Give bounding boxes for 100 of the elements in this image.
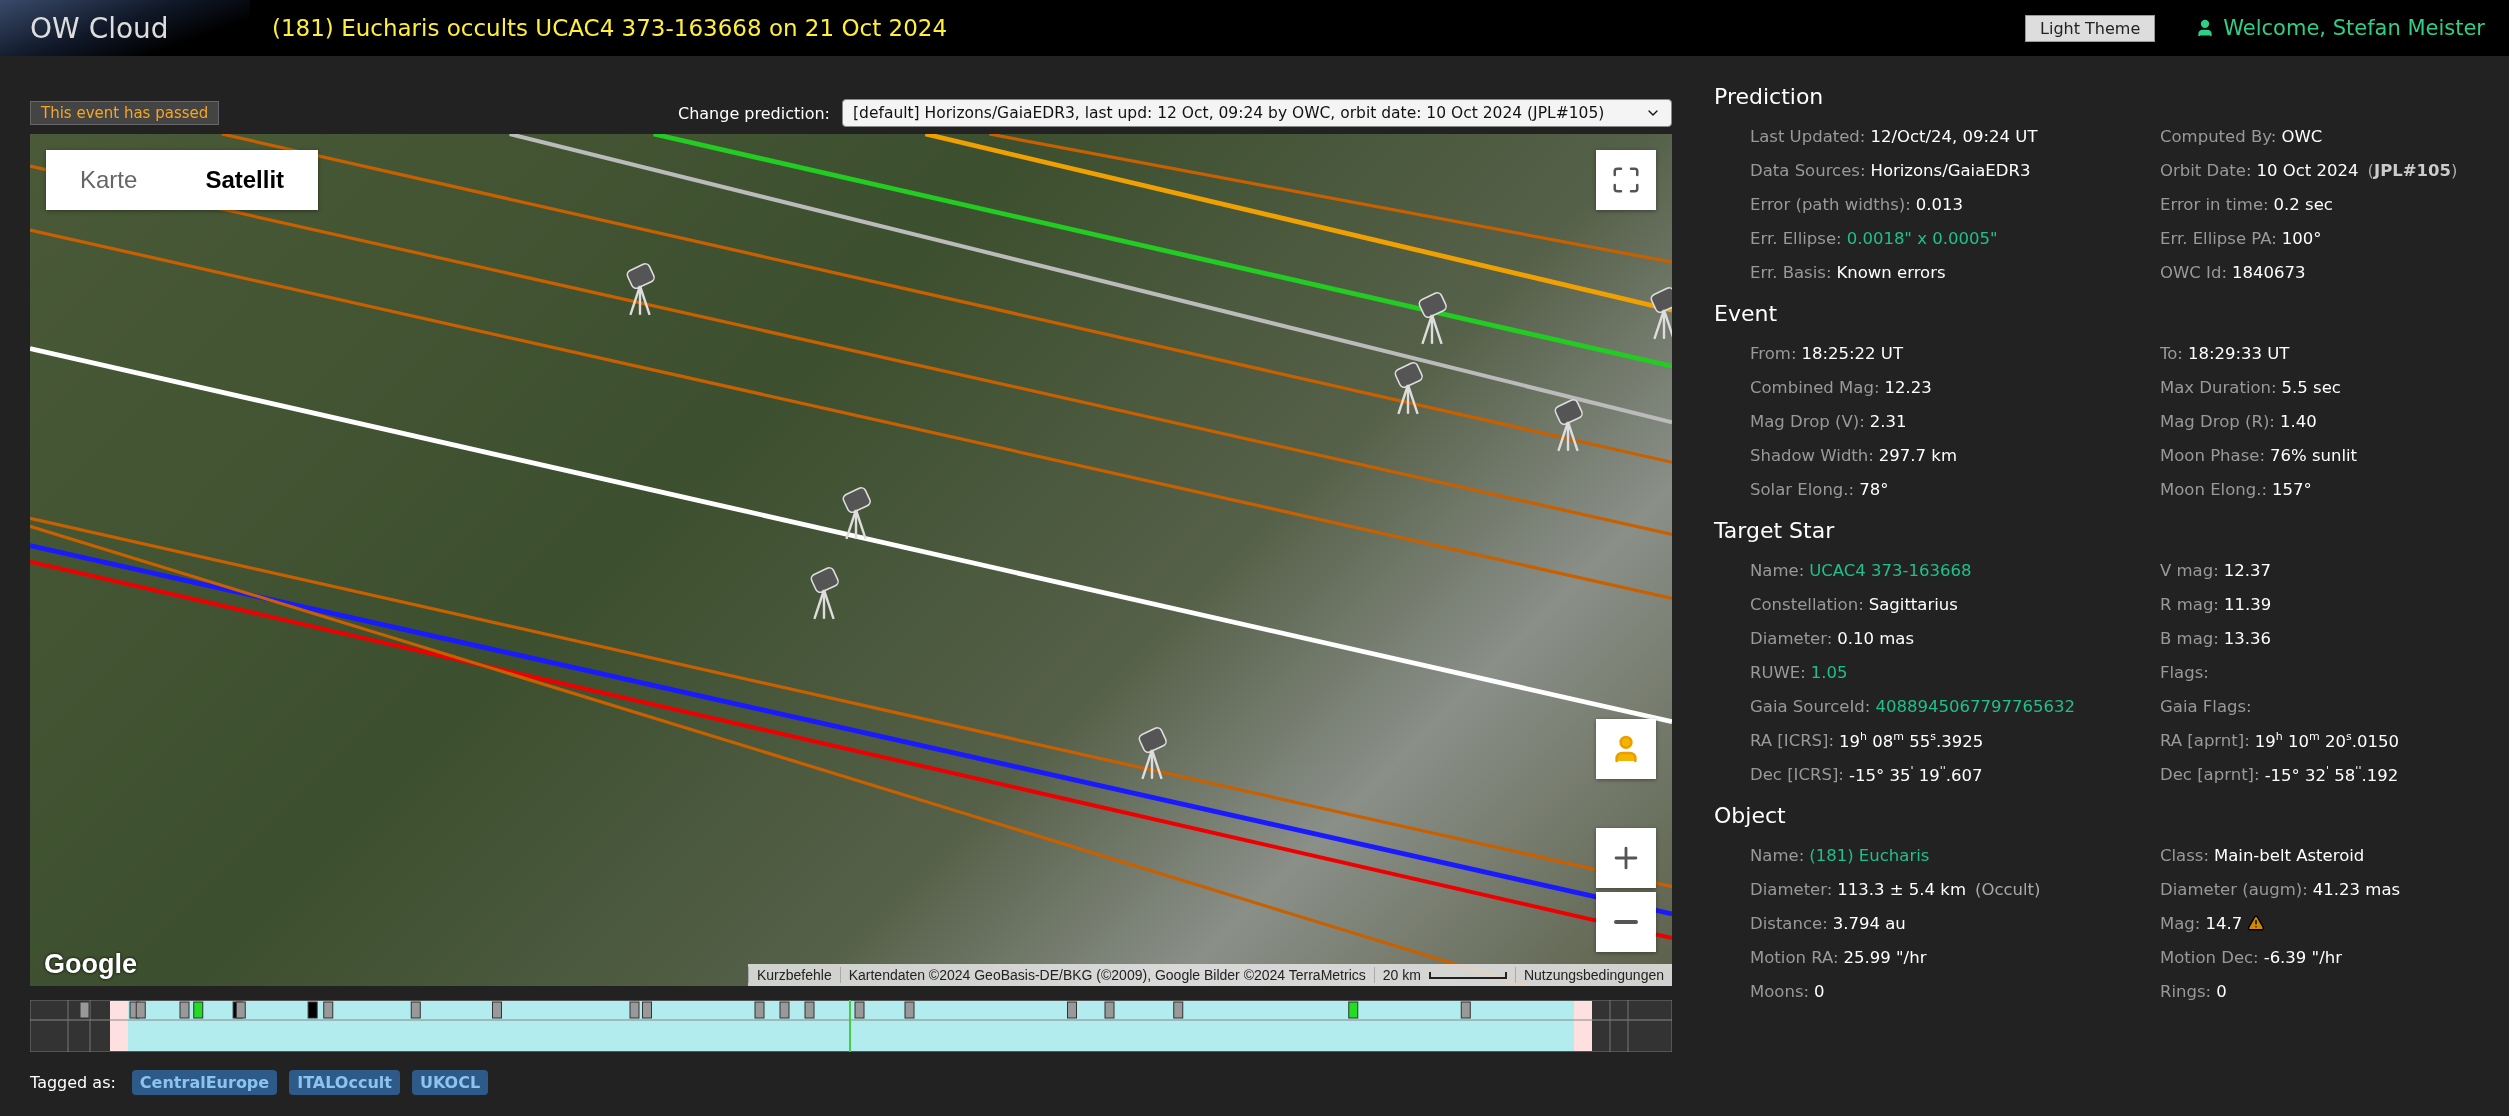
field-value: 19$^{h}$ 08$^{m}$ 55$^{s}$.3925: [1839, 729, 1984, 751]
field-label: Motion RA:: [1750, 947, 1839, 967]
field-label: Distance:: [1750, 913, 1828, 933]
theme-button[interactable]: Light Theme: [2025, 14, 2156, 42]
field-label: Moons:: [1750, 981, 1810, 1001]
field-label: Flags:: [2160, 662, 2209, 682]
field-label: OWC Id:: [2160, 262, 2227, 282]
field-label: RUWE:: [1750, 662, 1806, 682]
field-value: 2.31: [1869, 411, 1907, 431]
attribution-text[interactable]: Kartendaten ©2024 GeoBasis-DE/BKG (©2009), Google Bilder ©2024 TerraMetrics: [839, 967, 1374, 983]
timeline-drawing[interactable]: [30, 1000, 1672, 1052]
tag-link[interactable]: ITALOccult: [289, 1070, 400, 1095]
field-link[interactable]: 0.0018" x 0.0005": [1846, 228, 1998, 248]
field-label: Name:: [1750, 560, 1805, 580]
terms-link[interactable]: Nutzungsbedingungen: [1514, 967, 1672, 983]
field-value: -15° 32$^{'}$ 58$^{''}$.192: [2264, 763, 2399, 785]
field-value: Main-belt Asteroid: [2213, 845, 2365, 865]
field-label: From:: [1750, 343, 1797, 363]
field-value: -6.39 "/hr: [2263, 947, 2342, 967]
prediction-select[interactable]: [default] Horizons/GaiaEDR3, last upd: 12 Oct, 09:24 by OWC, orbit date: 10 Oct 2024 (JPL#105): [842, 99, 1672, 127]
satellite-map-placeholder[interactable]: Karte Satellit Google Kurzbefehle Kartendaten ©2024 GeoBasis-DE/BKG (©2009), Google Bilder ©2024 TerraMetrics 20 km Nutzungsbedingungen: [30, 134, 1672, 986]
field-label: Gaia SourceId:: [1750, 696, 1871, 716]
field-value: 157°: [2271, 479, 2312, 499]
field-value: 76% sunlit: [2269, 445, 2358, 465]
field-value: 10 Oct 2024: [2256, 160, 2359, 180]
field-label: B mag:: [2160, 628, 2219, 648]
field-value: 3.794 au: [1832, 913, 1906, 933]
field-value: 13.36: [2223, 628, 2272, 648]
field-value: OWC: [2281, 126, 2323, 146]
tag-link[interactable]: UKOCL: [411, 1070, 489, 1095]
field-label: Max Duration:: [2160, 377, 2277, 397]
fullscreen-button[interactable]: [1596, 150, 1656, 210]
section-title: Prediction: [1714, 84, 1825, 109]
map-logo: Google: [44, 949, 137, 980]
field-value: Sagittarius: [1868, 594, 1958, 614]
tag-link[interactable]: CentralEurope: [131, 1070, 278, 1095]
field-value: 18:25:22 UT: [1801, 343, 1903, 363]
section-title: Event: [1714, 301, 1779, 326]
field-link[interactable]: 1.05: [1810, 662, 1848, 682]
field-value: 78°: [1859, 479, 1889, 499]
field-label: Mag Drop (R):: [2160, 411, 2275, 431]
field-label: Orbit Date:: [2160, 160, 2252, 180]
map-type-tab[interactable]: Satellit: [171, 150, 319, 210]
field-label: Mag:: [2160, 913, 2201, 933]
field-note: (JPL#105): [2367, 160, 2458, 180]
field-value: 12.37: [2223, 560, 2271, 580]
field-label: Name:: [1750, 845, 1805, 865]
field-label: Rings:: [2160, 981, 2212, 1001]
field-link[interactable]: UCAC4 373-163668: [1809, 560, 1972, 580]
field-label: Combined Mag:: [1750, 377, 1880, 397]
field-value: 12/Oct/24, 09:24 UT: [1870, 126, 2038, 146]
field-label: Mag Drop (V):: [1750, 411, 1865, 431]
tags-label: Tagged as:: [30, 1073, 116, 1092]
field-value: 297.7 km: [1878, 445, 1957, 465]
warning-icon: [2247, 914, 2266, 932]
attribution-text[interactable]: Kurzbefehle: [747, 967, 840, 983]
field-label: Gaia Flags:: [2160, 696, 2252, 716]
field-label: Diameter:: [1750, 879, 1833, 899]
map-type-tab[interactable]: Karte: [46, 150, 172, 210]
scale-bar-icon: [1428, 971, 1507, 979]
select-label: Change prediction:: [678, 103, 830, 123]
welcome-text[interactable]: Welcome, Stefan Meister: [2223, 16, 2485, 40]
field-label: Err. Ellipse:: [1750, 228, 1842, 248]
field-label: Computed By:: [2160, 126, 2277, 146]
field-value: Horizons/GaiaEDR3: [1870, 160, 2031, 180]
field-link[interactable]: 4088945067797765632: [1875, 696, 2075, 716]
minus-icon: [1614, 920, 1638, 924]
field-value: 19$^{h}$ 10$^{m}$ 20$^{s}$.0150: [2254, 729, 2399, 751]
field-value: Known errors: [1836, 262, 1946, 282]
field-label: Moon Phase:: [2160, 445, 2265, 465]
field-note: (Occult): [1975, 879, 2041, 899]
field-label: Error in time:: [2160, 194, 2269, 214]
field-label: To:: [2160, 343, 2183, 363]
field-value: 0: [2216, 981, 2227, 1001]
field-value: 14.7: [2205, 913, 2243, 933]
field-value: 12.23: [1884, 377, 1932, 397]
field-value: 25.99 "/hr: [1843, 947, 1927, 967]
field-link[interactable]: (181) Eucharis: [1809, 845, 1930, 865]
field-label: RA [ICRS]:: [1750, 730, 1835, 750]
field-value: 0.2 sec: [2273, 194, 2333, 214]
fullscreen-icon: [1611, 165, 1641, 195]
field-label: RA [aprnt]:: [2160, 730, 2250, 750]
field-value: 0.10 mas: [1837, 628, 1915, 648]
field-label: Motion Dec:: [2160, 947, 2259, 967]
page-title: (181) Eucharis occults UCAC4 373-163668 on 21 Oct 2024: [272, 15, 949, 41]
field-value: 5.5 sec: [2281, 377, 2341, 397]
section-title: Object: [1714, 803, 1787, 828]
event-passed-badge: This event has passed: [30, 101, 220, 125]
site-logo[interactable]: OW Cloud: [0, 0, 250, 56]
field-value: 113.3 ± 5.4 km: [1837, 879, 1966, 899]
field-label: Diameter (augm):: [2160, 879, 2308, 899]
field-label: Dec [aprnt]:: [2160, 764, 2260, 784]
field-label: Class:: [2160, 845, 2209, 865]
field-label: Err. Basis:: [1750, 262, 1832, 282]
zoom-out-button[interactable]: [1596, 892, 1656, 952]
field-label: Shadow Width:: [1750, 445, 1874, 465]
field-label: Last Updated:: [1750, 126, 1866, 146]
field-value: -15° 35$^{'}$ 19$^{''}$.607: [1848, 763, 1983, 785]
field-value: 1.40: [2279, 411, 2317, 431]
zoom-in-button[interactable]: [1596, 828, 1656, 888]
